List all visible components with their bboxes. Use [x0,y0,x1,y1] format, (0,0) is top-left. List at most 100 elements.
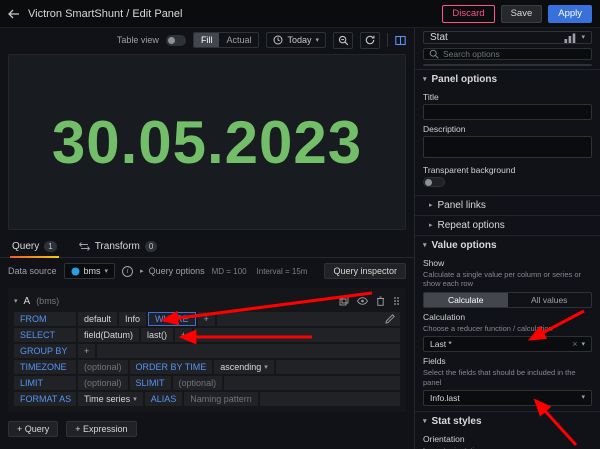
chevron-down-icon: ▾ [581,341,585,348]
tab-transform[interactable]: Transform 0 [77,236,160,257]
collapse-query-icon[interactable]: ▾ [14,298,18,305]
format-row-filler [260,392,400,406]
timezone-row-filler [276,360,400,374]
clear-icon[interactable]: × [572,340,577,349]
title-field[interactable] [423,104,592,120]
add-groupby-button[interactable]: + [78,344,95,358]
actual-button[interactable]: Actual [219,33,258,47]
repeat-options-section[interactable]: ▸ Repeat options [415,215,600,235]
orientation-label: Orientation [423,434,592,444]
apply-button[interactable]: Apply [548,5,592,23]
split-pane-icon[interactable] [395,35,406,46]
table-view-label: Table view [117,35,159,45]
topbar-actions: Discard Save Apply [442,5,592,23]
orderby-select[interactable]: ascending ▾ [214,360,274,374]
stat-styles-section: ▾ Stat styles Orientation Layout orienta… [415,411,600,449]
transparent-background-toggle[interactable] [423,177,445,187]
fields-select[interactable]: Info.last ▾ [423,390,592,406]
select-fn-segment[interactable]: last() [141,328,173,342]
limit-input[interactable]: (optional) [78,376,128,390]
query-row-groupby: GROUP BY + [14,344,400,358]
query-row-format: FORMAT AS Time series ▾ ALIAS Naming pat… [14,392,400,406]
delete-query-icon[interactable] [376,296,385,306]
refresh-button[interactable] [360,32,380,49]
chevron-right-icon: ▸ [429,202,433,209]
zoom-out-button[interactable] [333,32,353,49]
query-row-from: FROM default Info WHERE + [14,312,400,326]
from-keyword: FROM [14,312,76,326]
calculation-select[interactable]: Last * × ▾ [423,336,592,352]
panel-toolbar: Table view Fill Actual Today ▾ [0,28,414,52]
datasource-label: Data source [8,266,57,276]
tab-transform-label: Transform [95,241,140,252]
tab-query-label: Query [12,241,39,252]
interval-value: Interval = 15m [257,267,308,276]
stat-styles-header[interactable]: ▾ Stat styles [415,412,600,430]
limit-row-filler [224,376,400,390]
discard-button[interactable]: Discard [442,5,494,23]
format-value: Time series [84,392,130,406]
table-view-toggle[interactable] [166,35,186,46]
show-label: Show [423,258,592,268]
calculation-value: Last * [430,339,452,349]
datasource-picker[interactable]: bms ▾ [64,263,116,279]
from-measurement-segment[interactable]: Info [119,312,146,326]
query-editor-card: ▾ A (bms) FROM default Info WHERE + [8,288,406,412]
visualization-picker[interactable]: Stat ▾ [423,31,592,44]
editor-tabs: Query 1 Transform 0 [0,236,414,258]
chevron-down-icon: ▾ [423,242,427,249]
value-options-header[interactable]: ▾ Value options [415,236,600,254]
description-field[interactable] [423,136,592,158]
from-policy-segment[interactable]: default [78,312,117,326]
tab-query[interactable]: Query 1 [10,236,59,257]
from-row-filler [217,312,400,326]
fill-button[interactable]: Fill [194,33,220,47]
page-title: Victron SmartShunt / Edit Panel [28,8,183,20]
title-label: Title [423,92,592,102]
add-query-button[interactable]: + Query [8,421,58,437]
hide-query-icon[interactable] [357,297,368,305]
where-keyword[interactable]: WHERE [148,312,196,326]
transform-count-badge: 0 [145,241,157,252]
duplicate-query-icon[interactable] [339,296,349,306]
save-button[interactable]: Save [501,5,543,23]
editor-footer: + Query + Expression [0,412,414,446]
add-where-button[interactable]: + [198,312,215,326]
help-icon[interactable]: i [122,266,133,277]
max-data-points: MD = 100 [212,267,247,276]
add-expression-button[interactable]: + Expression [66,421,136,437]
main-column: Table view Fill Actual Today ▾ [0,28,414,449]
format-select[interactable]: Time series ▾ [78,392,143,406]
query-header-actions [339,296,400,306]
panel-options-header[interactable]: ▾ Panel options [415,70,600,88]
time-range-label: Today [287,35,311,45]
edit-raw-query-icon[interactable] [385,314,395,324]
drag-handle-icon[interactable] [393,296,400,306]
slimit-keyword: SLIMIT [130,376,171,390]
datasource-icon [71,267,80,276]
timezone-input[interactable]: (optional) [78,360,128,374]
query-count-badge: 1 [44,241,56,252]
show-mode-group: Calculate All values [423,292,592,308]
query-options-toggle[interactable]: ▸ Query options [140,266,205,276]
repeat-options-label: Repeat options [438,220,505,231]
search-icon [429,49,439,59]
alias-input[interactable]: Naming pattern [184,392,258,406]
select-field-segment[interactable]: field(Datum) [78,328,139,342]
back-icon[interactable] [8,9,20,19]
show-description: Calculate a single value per column or s… [423,270,592,289]
datasource-name: bms [84,266,101,276]
stat-viz-icon [564,33,576,43]
slimit-input[interactable]: (optional) [173,376,223,390]
panel-links-section[interactable]: ▸ Panel links [415,195,600,215]
select-row-filler [194,328,400,342]
search-input[interactable] [443,49,586,59]
all-values-button[interactable]: All values [508,293,592,307]
time-range-picker[interactable]: Today ▾ [266,32,326,48]
stat-styles-title: Stat styles [432,416,482,427]
options-search [423,48,592,60]
chevron-down-icon: ▾ [264,364,268,371]
query-inspector-button[interactable]: Query inspector [324,263,406,279]
calculate-button[interactable]: Calculate [424,293,508,307]
add-select-button[interactable]: + [175,328,192,342]
